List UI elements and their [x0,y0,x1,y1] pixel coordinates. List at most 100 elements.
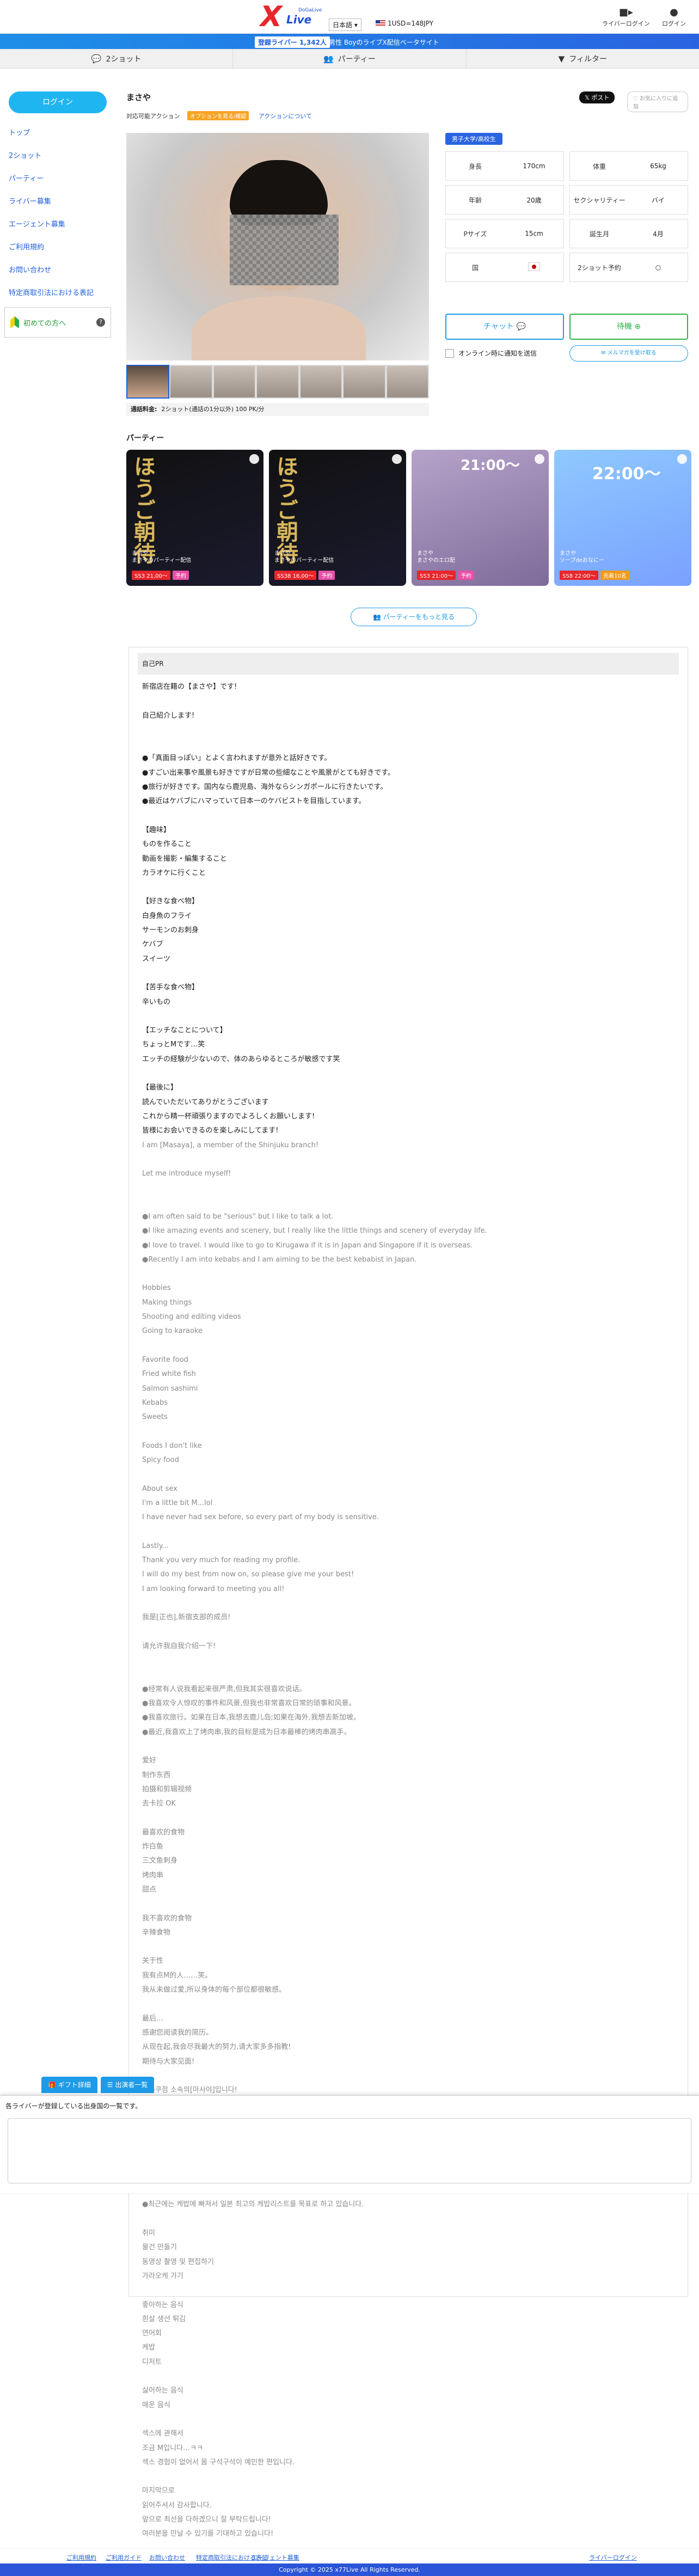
card-check-icon [249,454,259,464]
panel-text: 各ライバーが登録している出身国の一覧です。 [5,2102,142,2110]
cell-value: 15cm [525,230,543,237]
announcement-text: 男性 BoyのライブX配信ベータサイト [329,39,439,46]
mail-magazine-button[interactable]: ✉ メルマガを受け取る [569,345,688,362]
more-parties-button[interactable]: 👥 パーティーをもっと見る [351,608,477,626]
sidebar: ログイン トップ 2ショット パーティー ライバー募集 エージェント募集 ご利用… [0,86,115,340]
logo-sub: DoGaLive [298,8,322,13]
site-logo[interactable]: X DoGaLive Live [260,2,331,32]
sidebar-item-liver-recruit[interactable]: ライバー募集 [0,191,115,213]
footer-link-terms[interactable]: ご利用規約 [66,2553,96,2562]
cell-key: 年齢 [468,196,482,204]
cell-key: 身長 [468,162,482,170]
profile-cell-psize: Pサイズ 15cm [445,219,564,248]
beginner-mark-icon [10,316,19,328]
help-icon: ? [96,318,105,327]
sidebar-item-commerce-law[interactable]: 特定商取引法における表記 [0,282,115,305]
sidebar-login-button[interactable]: ログイン [9,91,107,113]
sidebar-item-two-shot[interactable]: 2ショット [0,145,115,168]
thumbnail[interactable] [300,366,342,397]
performer-list-button[interactable]: ☰ 出演者一覧 [100,2077,155,2093]
actions-about-link[interactable]: アクションについて [259,113,312,120]
cell-value [505,262,563,272]
liver-login-button[interactable]: ■▸ ライバーログイン [602,8,650,28]
thumbnail[interactable] [126,365,170,399]
beginner-guide-button[interactable]: 初めての方へ ? [4,307,111,338]
notify-label: オンライン時に通知を送信 [458,350,537,357]
thumbnail[interactable] [344,366,385,397]
thumbnail[interactable] [170,366,212,397]
options-tag[interactable]: オプションを見る/確認 [187,111,249,120]
thumbnail[interactable] [257,366,298,397]
top-header: X DoGaLive Live 日本語 ▾ 1USD=148JPY ■▸ ライバ… [0,0,699,34]
gift-label: ギフト詳細 [58,2081,91,2089]
list-icon: ☰ [107,2081,113,2089]
gift-detail-button[interactable]: 🎁 ギフト詳細 [41,2077,97,2093]
chat-label: チャット [483,322,514,331]
liver-count-badge: 登録ライバー 1,342人 [255,36,330,48]
cell-key: 誕生月 [589,230,609,238]
footer-link-liver-login[interactable]: ライバーログイン [589,2553,637,2562]
page-title: まさや [126,93,151,102]
party-card[interactable]: ほうご朝待 まさや まさやのパーティー配信 SS3 21,00〜 予約 [126,450,263,586]
card-time: SS8 22:00〜 [560,571,599,580]
profile-cell-birth-month: 誕生月 4月 [569,219,688,248]
self-pr-translations: I am [Masaya], a member of the Shinjuku … [142,1141,487,2538]
card-title: まさやのパーティー配信 [274,558,334,564]
language-select[interactable]: 日本語 ▾ [329,19,361,31]
party-card[interactable]: ほうご朝待 まさや まさやのパーティー配信 SS38 16,00〜 予約 [269,450,406,586]
sidebar-item-agent-recruit[interactable]: エージェント募集 [0,213,115,236]
profile-photo[interactable] [126,133,429,360]
sidebar-item-contact[interactable]: お問い合わせ [0,259,115,282]
photo-thumbnails [126,365,429,399]
thumbnail[interactable] [387,366,428,397]
tab-party[interactable]: 👥 パーティー [233,49,467,68]
party-card[interactable]: 22:00〜 まさや ソープdeおなにー SS8 22:00〜 先着10名 [554,450,691,586]
country-list-panel: 各ライバーが登録している出身国の一覧です。 [0,2095,699,2193]
chat-icon: 💬 [91,53,102,64]
footer-link-contact[interactable]: お問い合わせ [149,2553,185,2562]
footer-link-agent[interactable]: エージェント募集 [252,2553,299,2562]
card-tag: 先着10名 [600,571,629,580]
notify-checkbox[interactable] [445,348,454,358]
us-flag-icon [376,20,385,26]
tab-filter[interactable]: ▼ フィルター [467,49,699,68]
footer-link-guide[interactable]: ご利用ガイド [106,2553,142,2562]
cell-value: ○ [655,264,661,271]
card-liver-name: まさや [274,550,291,556]
tab-two-shot[interactable]: 💬 2ショット [0,49,234,68]
announcement-bar: 登録ライバー 1,342人 男性 BoyのライブX配信ベータサイト [0,34,699,49]
cell-value: 20歳 [526,196,542,204]
sidebar-item-top[interactable]: トップ [0,122,115,145]
main-tabs: 💬 2ショット 👥 パーティー ▼ フィルター [0,49,699,69]
post-label: ポスト [591,94,610,101]
price-value: 2ショット(通話の1分以外) 100 PK/分 [161,406,265,413]
profile-cell-weight: 体重 65kg [569,151,688,181]
card-liver-name: まさや [417,550,433,556]
beginner-label: 初めての方へ [23,319,66,328]
party-card[interactable]: 21:00〜 まさや まさやのエロ配 SS3 21:00〜 予約 [412,450,549,586]
header-login-label: ログイン [662,20,686,27]
self-pr-heading: 自己PR [138,653,679,675]
favorite-button[interactable]: ♡ お気に入りに追加 [627,91,688,112]
cell-key: セクシャリティー [573,196,626,204]
cell-value: バイ [651,196,665,204]
mail-icon: ✉ [601,350,606,356]
header-login-button[interactable]: ● ログイン [662,8,686,28]
group-icon: 👥 [372,613,381,621]
thumbnail[interactable] [213,366,255,397]
standby-button[interactable]: 待機 ⊕ [569,314,688,340]
chat-button[interactable]: チャット 💬 [445,314,564,340]
logo-live: Live [286,13,312,26]
x-post-button[interactable]: 𝕏 ポスト [579,91,615,103]
japan-flag-icon [528,262,540,271]
sidebar-item-party[interactable]: パーティー [0,168,115,191]
card-price-row: SS3 21,00〜 予約 [132,571,191,580]
profile-cell-sexuality: セクシャリティー バイ [569,185,688,215]
card-title: まさやのパーティー配信 [132,558,192,564]
cell-value: 170cm [523,162,545,170]
category-badge: 男子大学/高校生 [445,133,502,145]
sidebar-item-terms[interactable]: ご利用規約 [0,236,115,259]
card-title: まさやのエロ配 [417,558,455,564]
panel-content [8,2118,691,2183]
online-notify-option[interactable]: オンライン時に通知を送信 [445,348,537,358]
